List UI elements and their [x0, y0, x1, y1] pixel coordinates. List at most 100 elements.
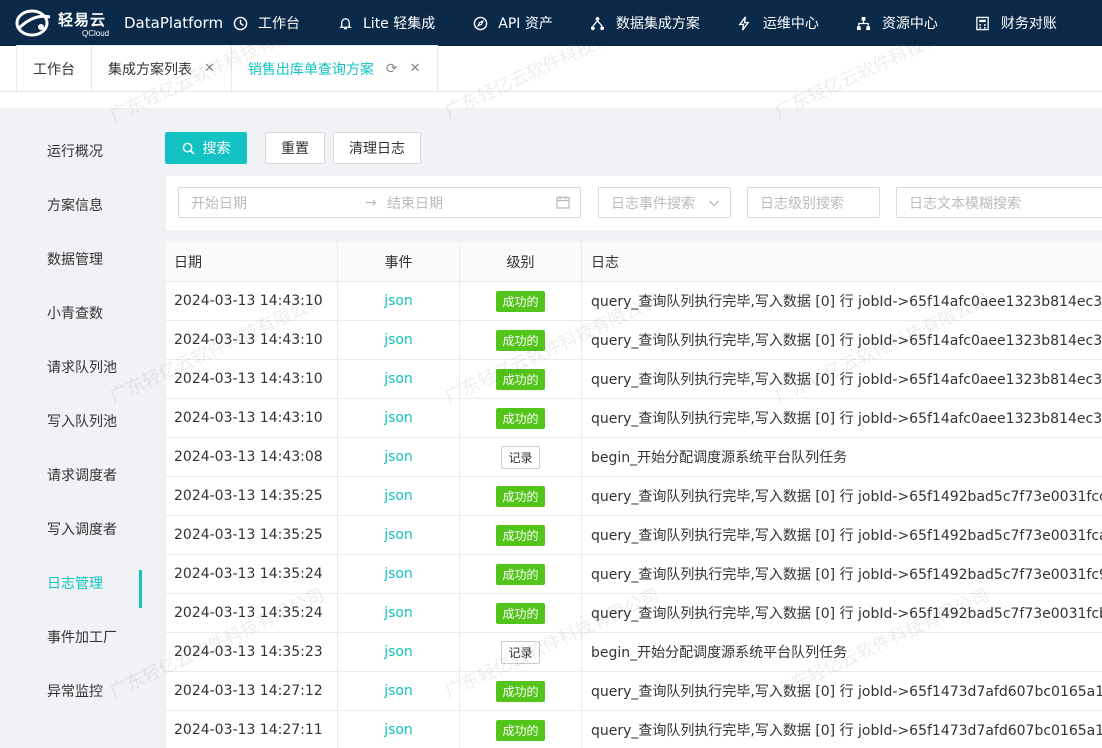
- logo-subtext: QCloud: [82, 29, 110, 38]
- header-date[interactable]: 日期: [166, 242, 338, 281]
- event-link[interactable]: json: [384, 527, 413, 543]
- cell-level: 成功的: [460, 360, 582, 398]
- sidebar-item-label: 请求队列池: [47, 360, 117, 376]
- table-row: 2024-03-13 14:35:23 json 记录 begin_开始分配调度源系统…: [166, 633, 1102, 672]
- start-date-input[interactable]: 开始日期: [191, 193, 247, 213]
- status-badge: 成功的: [496, 368, 545, 390]
- event-link[interactable]: json: [384, 332, 413, 348]
- cell-level: 成功的: [460, 399, 582, 437]
- event-link[interactable]: json: [384, 488, 413, 504]
- end-date-input[interactable]: 结束日期: [387, 193, 443, 213]
- cell-date: 2024-03-13 14:43:08: [166, 438, 338, 476]
- text-search-input[interactable]: 日志文本模糊搜索: [896, 187, 1102, 218]
- clear-log-button[interactable]: 清理日志: [333, 132, 421, 164]
- sidebar-item-request-queue[interactable]: 请求队列池: [0, 340, 142, 394]
- event-link[interactable]: json: [384, 566, 413, 582]
- cell-date: 2024-03-13 14:35:25: [166, 477, 338, 515]
- status-badge: 成功的: [496, 485, 545, 507]
- table-header: 日期 事件 级别 日志: [166, 242, 1102, 282]
- filter-bar: 开始日期 → 结束日期 日志事件搜索 日志级别搜索 日志文本模糊搜索: [166, 176, 1102, 230]
- sidebar-item-xiaoqing-query[interactable]: 小青查数: [0, 286, 142, 340]
- sidebar-item-event-factory[interactable]: 事件加工厂: [0, 610, 142, 664]
- logo-text: 轻易云: [58, 11, 107, 29]
- event-link[interactable]: json: [384, 449, 413, 465]
- sidebar-item-overview[interactable]: 运行概况: [0, 124, 142, 178]
- nav-lite[interactable]: Lite 轻集成: [337, 13, 435, 33]
- event-link[interactable]: json: [384, 605, 413, 621]
- cell-event: json: [338, 711, 460, 748]
- nav-workbench[interactable]: 工作台: [232, 13, 300, 33]
- nav-ops[interactable]: 运维中心: [737, 13, 819, 33]
- event-search-select[interactable]: 日志事件搜索: [598, 187, 731, 218]
- sidebar-item-data-management[interactable]: 数据管理: [0, 232, 142, 286]
- sidebar-item-scheme-info[interactable]: 方案信息: [0, 178, 142, 232]
- sidebar-item-write-scheduler[interactable]: 写入调度者: [0, 502, 142, 556]
- cell-level: 成功的: [460, 594, 582, 632]
- event-search-placeholder: 日志事件搜索: [611, 195, 695, 212]
- status-badge: 记录: [501, 445, 540, 469]
- cell-level: 成功的: [460, 555, 582, 593]
- cell-level: 记录: [460, 438, 582, 476]
- cell-log: query_查询队列执行完毕,写入数据 [0] 行 jobId->65f14af…: [591, 372, 1102, 388]
- event-link[interactable]: json: [384, 683, 413, 699]
- text-search-placeholder: 日志文本模糊搜索: [909, 195, 1021, 212]
- cell-event: json: [338, 477, 460, 515]
- header-level[interactable]: 级别: [460, 242, 582, 281]
- cell-date: 2024-03-13 14:27:12: [166, 672, 338, 710]
- cell-log: query_查询队列执行完毕,写入数据 [0] 行 jobId->65f1492…: [591, 489, 1102, 505]
- date-range-picker[interactable]: 开始日期 → 结束日期: [178, 187, 581, 218]
- sidebar-item-label: 数据管理: [47, 252, 103, 268]
- logo-icon: [15, 9, 51, 37]
- reset-button[interactable]: 重置: [265, 132, 325, 164]
- sidebar-item-label: 事件加工厂: [47, 630, 117, 646]
- nav-resources[interactable]: 资源中心: [856, 13, 938, 33]
- nav-finance[interactable]: 财务对账: [975, 13, 1057, 33]
- status-badge: 记录: [501, 640, 540, 664]
- nav-api-assets[interactable]: API 资产: [472, 13, 553, 33]
- event-link[interactable]: json: [384, 644, 413, 660]
- sidebar-item-log-management[interactable]: 日志管理: [0, 556, 142, 610]
- sidebar-item-request-scheduler[interactable]: 请求调度者: [0, 448, 142, 502]
- tab-integration-list[interactable]: 集成方案列表 ✕: [91, 45, 232, 91]
- cell-date: 2024-03-13 14:35:24: [166, 555, 338, 593]
- sidebar-item-label: 运行概况: [47, 144, 103, 160]
- logo[interactable]: 轻易云 QCloud: [14, 3, 118, 43]
- tab-label: 工作台: [33, 61, 75, 78]
- sidebar-item-write-queue[interactable]: 写入队列池: [0, 394, 142, 448]
- tab-label: 集成方案列表: [108, 61, 192, 78]
- sidebar-item-label: 日志管理: [47, 576, 103, 592]
- nav-label: 工作台: [258, 16, 300, 32]
- sidebar-item-label: 写入调度者: [47, 522, 117, 538]
- cell-level: 成功的: [460, 672, 582, 710]
- table-row: 2024-03-13 14:43:10 json 成功的 query_查询队列执行完毕…: [166, 321, 1102, 360]
- refresh-icon[interactable]: ⟳: [386, 61, 398, 77]
- event-link[interactable]: json: [384, 722, 413, 738]
- event-link[interactable]: json: [384, 410, 413, 426]
- tab-workbench[interactable]: 工作台: [16, 45, 92, 91]
- header-event[interactable]: 事件: [338, 242, 460, 281]
- status-badge: 成功的: [496, 563, 545, 585]
- table-row: 2024-03-13 14:43:10 json 成功的 query_查询队列执行完毕…: [166, 360, 1102, 399]
- tab-sales-outbound-query[interactable]: 销售出库单查询方案 ⟳ ✕: [230, 45, 438, 91]
- close-icon[interactable]: ✕: [204, 61, 215, 76]
- event-link[interactable]: json: [384, 293, 413, 309]
- nav-integration[interactable]: 数据集成方案: [590, 13, 700, 33]
- search-button[interactable]: 搜索: [165, 132, 247, 164]
- cell-level: 成功的: [460, 516, 582, 554]
- cell-log: query_查询队列执行完毕,写入数据 [0] 行 jobId->65f14af…: [591, 294, 1102, 310]
- header-log[interactable]: 日志: [582, 242, 1102, 281]
- cell-event: json: [338, 399, 460, 437]
- table-row: 2024-03-13 14:35:24 json 成功的 query_查询队列执行完毕…: [166, 594, 1102, 633]
- nav-label: 数据集成方案: [615, 16, 700, 32]
- status-badge: 成功的: [496, 329, 545, 351]
- clear-log-button-label: 清理日志: [349, 141, 405, 157]
- nav-label: API 资产: [498, 16, 553, 32]
- cell-event: json: [338, 516, 460, 554]
- close-icon[interactable]: ✕: [410, 61, 421, 76]
- sidebar-item-exception-monitor[interactable]: 异常监控: [0, 664, 142, 718]
- brand[interactable]: 轻易云 QCloud DataPlatform: [0, 3, 232, 43]
- compass-icon: [472, 15, 488, 31]
- event-link[interactable]: json: [384, 371, 413, 387]
- network-icon: [590, 15, 606, 31]
- level-search-input[interactable]: 日志级别搜索: [747, 187, 880, 218]
